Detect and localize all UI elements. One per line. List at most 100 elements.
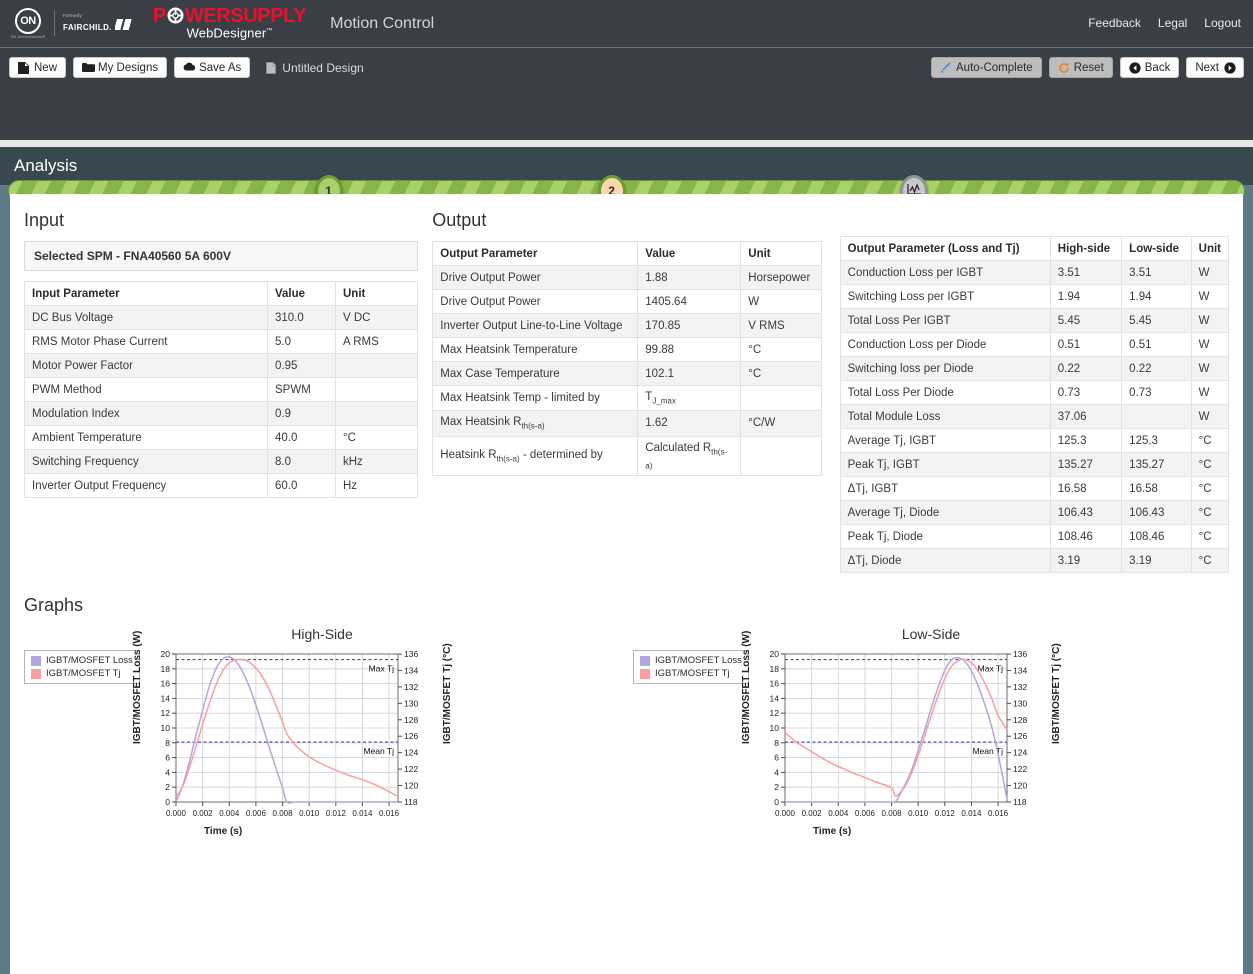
table-cell: Heatsink Rth(s-a) - determined by — [432, 435, 639, 477]
table-row: Modulation Index 0.9 — [24, 401, 419, 426]
next-button-label: Next — [1195, 61, 1219, 74]
svg-text:126: 126 — [404, 731, 418, 741]
table-row: Max Heatsink Temp - limited by TJ_max — [432, 384, 822, 412]
table-row: DC Bus Voltage 310.0 V DC — [24, 305, 419, 330]
table-cell: W — [740, 289, 822, 314]
save-as-button-label: Save As — [199, 61, 242, 74]
legal-link[interactable]: Legal — [1158, 16, 1187, 30]
new-button-label: New — [34, 61, 58, 74]
svg-text:18: 18 — [770, 664, 780, 674]
svg-text:0.000: 0.000 — [775, 809, 796, 818]
loss-table-body: Conduction Loss per IGBT 3.51 3.51 W Switchi… — [839, 260, 1230, 573]
legend-item-loss: IGBT/MOSFET Loss — [31, 654, 133, 667]
auto-complete-button[interactable]: Auto-Complete — [931, 57, 1042, 78]
table-row: Total Loss Per Diode 0.73 0.73 W — [839, 380, 1230, 405]
design-name-label: Untitled Design — [282, 60, 364, 75]
table-cell: Hz — [334, 473, 419, 498]
table-row: Ambient Temperature 40.0 °C — [24, 425, 419, 450]
table-cell: TJ_max — [637, 384, 742, 412]
svg-text:122: 122 — [1013, 764, 1027, 774]
table-cell: W — [1190, 284, 1230, 309]
output-col-value: Value — [637, 241, 742, 266]
table-cell: W — [1190, 356, 1230, 381]
svg-text:130: 130 — [1013, 698, 1027, 708]
my-designs-button[interactable]: My Designs — [73, 57, 168, 78]
table-cell: Ambient Temperature — [24, 425, 268, 450]
svg-text:136: 136 — [404, 649, 418, 659]
table-cell: 125.3 — [1121, 428, 1192, 453]
auto-complete-button-label: Auto-Complete — [956, 61, 1033, 74]
svg-text:128: 128 — [404, 715, 418, 725]
table-cell: 40.0 — [267, 425, 336, 450]
fairchild-logo: Formerly FAIRCHILD. — [63, 14, 137, 32]
table-cell: Total Module Loss — [839, 404, 1051, 429]
psw-p: P — [152, 5, 166, 28]
svg-text:120: 120 — [1013, 781, 1027, 791]
logout-link[interactable]: Logout — [1204, 16, 1241, 30]
table-cell: Total Loss Per Diode — [839, 380, 1051, 405]
svg-text:0: 0 — [774, 797, 779, 807]
new-button[interactable]: New — [9, 57, 67, 78]
chart-high-side-legend: IGBT/MOSFET Loss IGBT/MOSFET Tj — [24, 650, 140, 684]
legend-swatch-tj — [31, 668, 41, 679]
table-cell: 310.0 — [267, 305, 336, 330]
table-cell: 3.19 — [1121, 548, 1192, 573]
next-button[interactable]: Next — [1186, 57, 1244, 78]
table-cell: 16.58 — [1049, 476, 1123, 501]
file-icon — [18, 62, 29, 74]
loss-col-parameter: Output Parameter (Loss and Tj) — [839, 236, 1051, 261]
svg-text:8: 8 — [165, 738, 170, 748]
svg-text:0.006: 0.006 — [246, 809, 267, 818]
parameter-columns: Input Selected SPM - FNA40560 5A 600V In… — [24, 210, 1230, 573]
back-button-label: Back — [1144, 61, 1171, 74]
svg-text:0.008: 0.008 — [273, 809, 294, 818]
table-cell — [740, 435, 822, 477]
svg-text:0.012: 0.012 — [935, 809, 956, 818]
table-cell: Modulation Index — [24, 401, 268, 426]
chart-low-side-plot: 0 2 4 6 8 10 12 14 16 18 20 118 120 122 124 126 128 130 13… — [770, 649, 1028, 818]
input-col-unit: Unit — [334, 281, 419, 306]
output-table-body: Drive Output Power 1.88 Horsepower Drive Ou… — [432, 265, 822, 477]
table-cell: °C — [334, 425, 419, 450]
svg-text:12: 12 — [770, 708, 780, 718]
table-cell: A RMS — [334, 329, 419, 354]
table-cell: 8.0 — [267, 449, 336, 474]
svg-text:8: 8 — [774, 738, 779, 748]
reset-button[interactable]: Reset — [1048, 57, 1113, 78]
input-col-parameter: Input Parameter — [24, 281, 268, 306]
table-cell: DC Bus Voltage — [24, 305, 268, 330]
svg-text:0.002: 0.002 — [802, 809, 823, 818]
output-parameters-table: Output Parameter Value Unit Drive Output… — [432, 241, 822, 477]
svg-text:132: 132 — [404, 682, 418, 692]
svg-text:0.006: 0.006 — [855, 809, 876, 818]
power-gear-icon — [167, 7, 184, 24]
refresh-icon — [1058, 62, 1069, 73]
table-cell: 0.9 — [267, 401, 336, 426]
back-button[interactable]: Back — [1119, 57, 1180, 78]
svg-text:130: 130 — [404, 698, 418, 708]
table-cell: Calculated Rth(s-a) — [637, 435, 742, 477]
svg-text:0.014: 0.014 — [352, 809, 373, 818]
table-row: Max Heatsink Rth(s-a) 1.62 °C/W — [432, 410, 822, 437]
legend-label-loss: IGBT/MOSFET Loss — [46, 655, 133, 666]
design-name-display: Untitled Design — [266, 60, 364, 75]
chart-high-side-title: High-Side — [291, 626, 353, 642]
svg-text:118: 118 — [404, 797, 418, 807]
toolbar-right-group: Auto-Complete Reset Back Next — [931, 57, 1244, 78]
table-cell: °C — [1190, 524, 1230, 549]
input-heading: Input — [24, 210, 65, 230]
svg-text:2: 2 — [774, 782, 779, 792]
output-section: Output Output Parameter Value Unit Drive… — [432, 210, 822, 477]
table-row: Total Loss Per IGBT 5.45 5.45 W — [839, 308, 1230, 333]
save-as-button[interactable]: Save As — [174, 57, 251, 78]
reset-button-label: Reset — [1073, 61, 1104, 74]
table-row: Inverter Output Frequency 60.0 Hz — [24, 473, 419, 498]
on-logo-subtext: ON Semiconductor® — [10, 34, 46, 39]
svg-text:20: 20 — [161, 649, 171, 659]
table-cell: 3.19 — [1049, 548, 1123, 573]
feedback-link[interactable]: Feedback — [1088, 16, 1141, 30]
table-cell: Average Tj, IGBT — [839, 428, 1051, 453]
svg-text:136: 136 — [1013, 649, 1027, 659]
arrow-left-circle-icon — [1129, 62, 1141, 74]
svg-text:122: 122 — [404, 764, 418, 774]
